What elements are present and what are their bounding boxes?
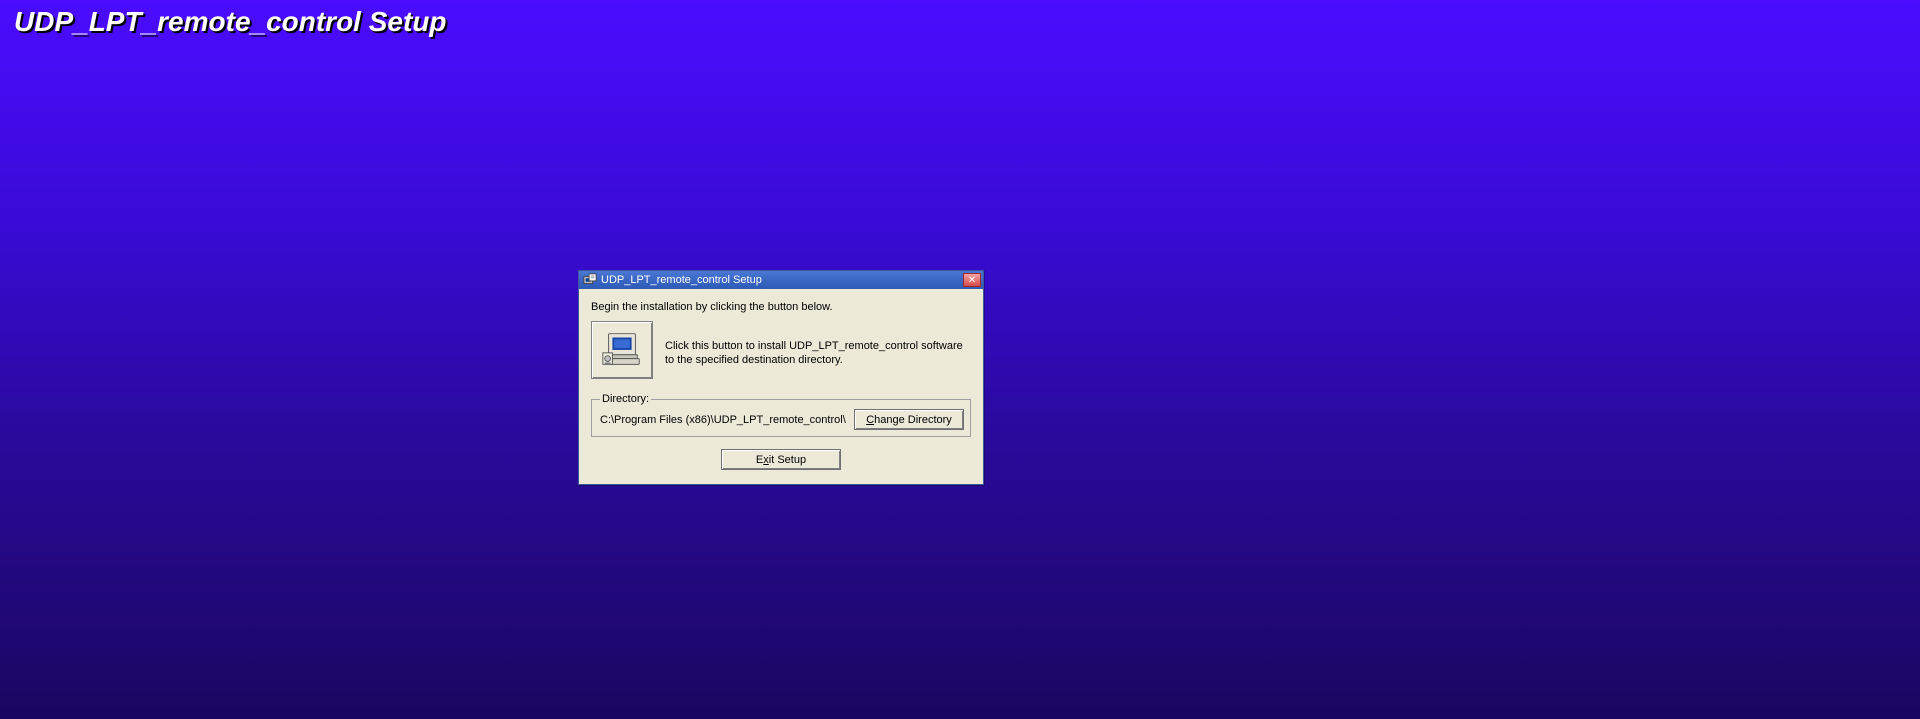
close-button[interactable]: ✕ <box>963 273 981 287</box>
dialog-title: UDP_LPT_remote_control Setup <box>601 271 762 289</box>
installer-backdrop-title: UDP_LPT_remote_control Setup <box>14 6 447 38</box>
close-icon: ✕ <box>968 275 976 286</box>
installer-icon <box>583 273 597 287</box>
computer-install-icon <box>599 326 645 375</box>
change-dir-label-rest: hange Directory <box>874 414 952 426</box>
exit-setup-button[interactable]: Exit Setup <box>721 449 841 470</box>
setup-dialog: UDP_LPT_remote_control Setup ✕ Begin the… <box>578 270 984 485</box>
directory-path: C:\Program Files (x86)\UDP_LPT_remote_co… <box>600 412 848 428</box>
directory-legend: Directory: <box>600 393 651 405</box>
instruction-text: Begin the installation by clicking the b… <box>591 301 971 313</box>
exit-rest: it Setup <box>769 454 806 466</box>
directory-group: Directory: C:\Program Files (x86)\UDP_LP… <box>591 393 971 437</box>
install-description: Click this button to install UDP_LPT_rem… <box>665 321 971 368</box>
change-dir-mnemonic: C <box>866 414 874 426</box>
change-directory-button[interactable]: Change Directory <box>854 409 964 430</box>
install-button[interactable] <box>591 321 653 379</box>
dialog-body: Begin the installation by clicking the b… <box>579 289 983 484</box>
dialog-titlebar[interactable]: UDP_LPT_remote_control Setup ✕ <box>579 271 983 289</box>
